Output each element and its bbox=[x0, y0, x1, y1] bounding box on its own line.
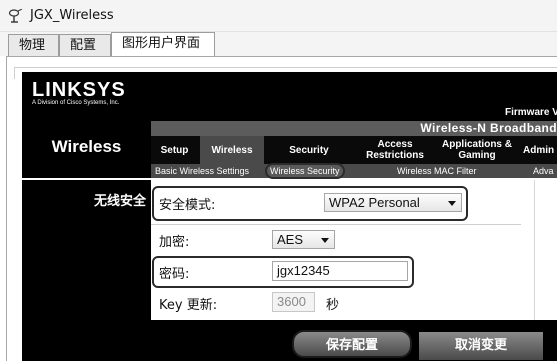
tab-physical[interactable]: 物理 bbox=[8, 34, 59, 56]
security-mode-value: WPA2 Personal bbox=[329, 195, 420, 210]
nav-section-title: Wireless bbox=[51, 137, 122, 156]
menu-setup[interactable]: Setup bbox=[151, 136, 198, 164]
save-button[interactable]: 保存配置 bbox=[292, 330, 412, 358]
key-renewal-value: 3600 bbox=[277, 294, 306, 309]
menu-access-restrictions[interactable]: Access Restrictions bbox=[360, 136, 430, 164]
menu-applications-gaming[interactable]: Applications & Gaming bbox=[437, 136, 517, 164]
nav-section: Wireless bbox=[22, 121, 151, 178]
tab-config[interactable]: 配置 bbox=[59, 34, 111, 56]
linksys-logo: LINKSYS bbox=[32, 79, 126, 101]
cancel-button[interactable]: 取消变更 bbox=[419, 332, 543, 360]
section-label: 无线安全 bbox=[93, 194, 146, 209]
product-bar: Wireless-N Broadband bbox=[151, 121, 557, 136]
nav-bar: Wireless-N Broadband Setup Wireless Secu… bbox=[151, 121, 557, 179]
menu-security[interactable]: Security bbox=[264, 136, 354, 164]
encryption-select[interactable]: AES bbox=[272, 230, 335, 249]
submenu-advanced[interactable]: Adva bbox=[533, 165, 554, 177]
logo-subtitle: A Division of Cisco Systems, Inc. bbox=[32, 100, 120, 106]
title-bar: JGX_Wireless bbox=[0, 0, 557, 32]
security-mode-select[interactable]: WPA2 Personal bbox=[324, 193, 462, 212]
passphrase-input[interactable]: jgx12345 bbox=[272, 261, 408, 281]
product-name: Wireless-N Broadband bbox=[420, 121, 557, 135]
menu-wireless[interactable]: Wireless bbox=[200, 136, 264, 164]
passphrase-label: 密码: bbox=[159, 267, 190, 282]
key-renewal-label: Key 更新: bbox=[159, 298, 218, 313]
device-icon bbox=[8, 8, 24, 23]
chevron-down-icon bbox=[448, 201, 456, 206]
inner-frame-top bbox=[14, 67, 557, 68]
passphrase-value: jgx12345 bbox=[277, 263, 330, 278]
tab-strip: 物理 配置 图形用户界面 bbox=[0, 32, 557, 57]
router-header: LINKSYS A Division of Cisco Systems, Inc… bbox=[22, 72, 557, 121]
firmware-version: Firmware V bbox=[505, 107, 557, 118]
submenu-mac-filter[interactable]: Wireless MAC Filter bbox=[397, 165, 477, 177]
form-right-border bbox=[534, 180, 535, 320]
form-divider bbox=[151, 224, 521, 225]
submenu-bar: Basic Wireless Settings Wireless Securit… bbox=[151, 163, 557, 179]
button-bar: 保存配置 取消变更 bbox=[151, 320, 557, 361]
submenu-wireless-security[interactable]: Wireless Security bbox=[265, 163, 345, 179]
chevron-down-icon bbox=[321, 238, 329, 243]
menu-admin[interactable]: Admin bbox=[523, 136, 557, 164]
submenu-basic-wireless[interactable]: Basic Wireless Settings bbox=[155, 165, 249, 177]
section-sidebar: 无线安全 bbox=[22, 180, 151, 361]
window-title: JGX_Wireless bbox=[30, 8, 114, 23]
inner-frame-left bbox=[14, 67, 15, 79]
key-renewal-unit: 秒 bbox=[326, 298, 340, 313]
key-renewal-input[interactable]: 3600 bbox=[272, 292, 315, 312]
tab-gui[interactable]: 图形用户界面 bbox=[111, 32, 215, 57]
encryption-label: 加密: bbox=[159, 235, 190, 250]
encryption-value: AES bbox=[277, 232, 304, 247]
security-mode-label: 安全模式: bbox=[159, 198, 216, 213]
